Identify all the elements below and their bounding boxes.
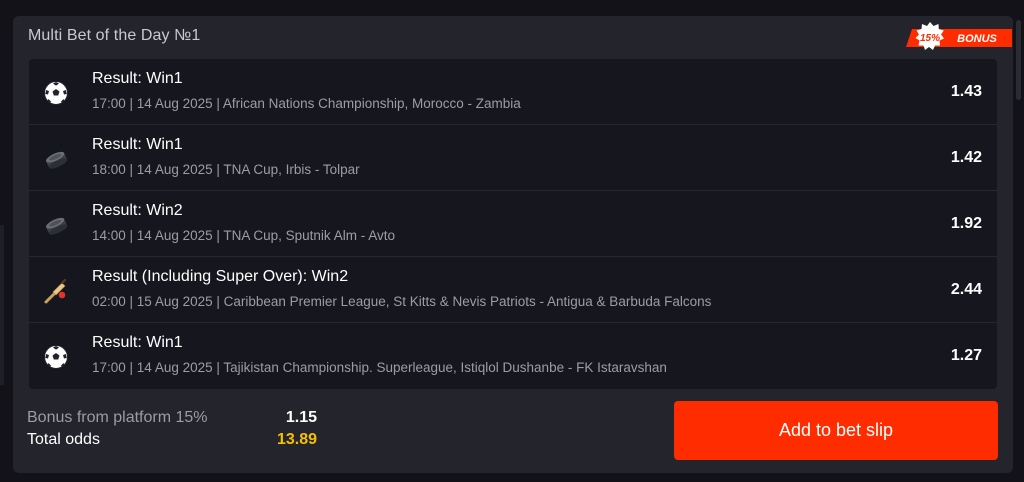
bonus-badge-label: BONUS — [957, 33, 997, 45]
bet-outcome-title: Result: Win2 — [92, 202, 183, 219]
bet-outcome-title: Result: Win1 — [92, 70, 183, 87]
multi-bet-card: Multi Bet of the Day №1 15% BONUS Result… — [13, 16, 1013, 473]
soccer-ball-icon — [43, 344, 69, 370]
bet-odds-value: 1.92 — [950, 215, 982, 232]
card-title: Multi Bet of the Day №1 — [28, 27, 201, 44]
bet-outcome-title: Result: Win1 — [92, 334, 183, 351]
bonus-summary-line: Bonus from platform 15% 1.15 — [27, 409, 317, 431]
page-scrollbar[interactable] — [1016, 20, 1021, 100]
bet-odds-value: 1.27 — [950, 347, 982, 364]
cricket-bat-icon — [43, 278, 69, 304]
bet-row[interactable]: Result: Win1 17:00 | 14 Aug 2025 | Afric… — [29, 59, 997, 125]
bet-selection-list: Result: Win1 17:00 | 14 Aug 2025 | Afric… — [29, 59, 997, 389]
total-odds-value: 13.89 — [276, 431, 317, 448]
bonus-value: 1.15 — [285, 409, 317, 426]
total-odds-line: Total odds 13.89 — [27, 431, 317, 453]
bet-odds-value: 2.44 — [950, 281, 982, 298]
hockey-puck-icon — [43, 212, 69, 238]
bet-row[interactable]: Result (Including Super Over): Win2 02:0… — [29, 257, 997, 323]
total-odds-label: Total odds — [27, 431, 100, 448]
add-to-bet-slip-button[interactable]: Add to bet slip — [674, 401, 998, 460]
bonus-badge-percent: 15% — [920, 33, 940, 44]
bet-odds-value: 1.43 — [950, 83, 982, 100]
bet-row[interactable]: Result: Win1 17:00 | 14 Aug 2025 | Tajik… — [29, 323, 997, 389]
bet-outcome-title: Result: Win1 — [92, 136, 183, 153]
bet-odds-value: 1.42 — [950, 149, 982, 166]
bet-event-details: 17:00 | 14 Aug 2025 | Tajikistan Champio… — [92, 360, 667, 375]
bonus-badge: 15% BONUS — [906, 22, 1012, 52]
bet-outcome-title: Result (Including Super Over): Win2 — [92, 268, 349, 285]
soccer-ball-icon — [43, 80, 69, 106]
bet-row[interactable]: Result: Win1 18:00 | 14 Aug 2025 | TNA C… — [29, 125, 997, 191]
odds-summary: Bonus from platform 15% 1.15 Total odds … — [27, 409, 317, 453]
bonus-label: Bonus from platform 15% — [27, 409, 208, 426]
bet-event-details: 18:00 | 14 Aug 2025 | TNA Cup, Irbis - T… — [92, 162, 360, 177]
bet-event-details: 17:00 | 14 Aug 2025 | African Nations Ch… — [92, 96, 521, 111]
bet-event-details: 02:00 | 15 Aug 2025 | Caribbean Premier … — [92, 294, 712, 309]
bet-row[interactable]: Result: Win2 14:00 | 14 Aug 2025 | TNA C… — [29, 191, 997, 257]
bet-event-details: 14:00 | 14 Aug 2025 | TNA Cup, Sputnik A… — [92, 228, 395, 243]
background-panel-edge — [0, 225, 4, 385]
hockey-puck-icon — [43, 146, 69, 172]
